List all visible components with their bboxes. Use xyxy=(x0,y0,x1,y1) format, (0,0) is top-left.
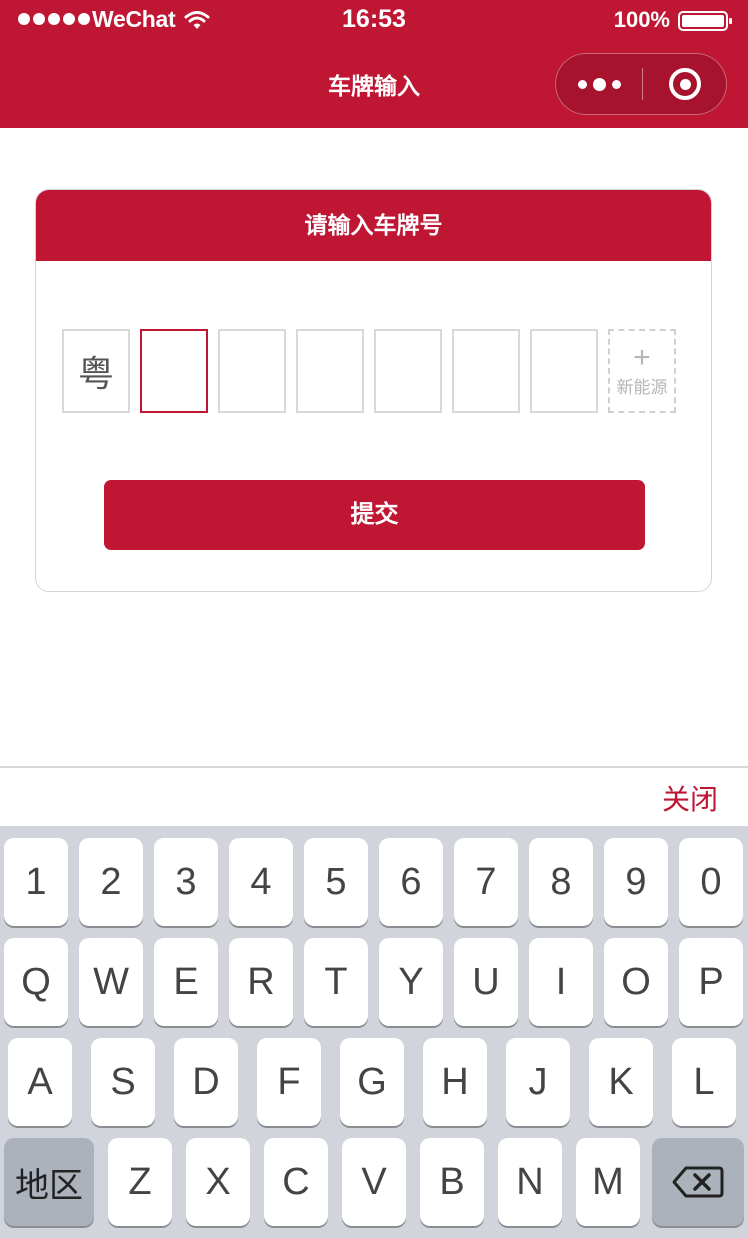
plate-slot-5[interactable] xyxy=(374,329,442,413)
plate-slot-2[interactable] xyxy=(140,329,208,413)
key-b[interactable]: B xyxy=(420,1138,484,1226)
key-q[interactable]: Q xyxy=(4,938,68,1026)
key-7[interactable]: 7 xyxy=(454,838,518,926)
key-v[interactable]: V xyxy=(342,1138,406,1226)
battery-percent: 100% xyxy=(613,7,670,32)
new-energy-slot[interactable]: + 新能源 xyxy=(608,329,676,413)
plate-slot-6[interactable] xyxy=(452,329,520,413)
key-o[interactable]: O xyxy=(604,938,668,1026)
key-c[interactable]: C xyxy=(264,1138,328,1226)
plate-slot-province[interactable]: 粤 xyxy=(62,329,130,413)
key-l[interactable]: L xyxy=(672,1038,736,1126)
key-y[interactable]: Y xyxy=(379,938,443,1026)
capsule-close-button[interactable] xyxy=(642,54,728,114)
backspace-button[interactable] xyxy=(652,1138,744,1226)
status-bar: WeChat 16:53 100% xyxy=(0,0,748,40)
more-dots-icon[interactable] xyxy=(556,54,642,114)
key-1[interactable]: 1 xyxy=(4,838,68,926)
key-9[interactable]: 9 xyxy=(604,838,668,926)
keyboard-divider xyxy=(0,766,748,768)
key-g[interactable]: G xyxy=(340,1038,404,1126)
key-e[interactable]: E xyxy=(154,938,218,1026)
top-bar: WeChat 16:53 100% 车牌输入 xyxy=(0,0,748,128)
key-p[interactable]: P xyxy=(679,938,743,1026)
plate-slot-7[interactable] xyxy=(530,329,598,413)
key-i[interactable]: I xyxy=(529,938,593,1026)
plate-slot-4[interactable] xyxy=(296,329,364,413)
key-4[interactable]: 4 xyxy=(229,838,293,926)
key-j[interactable]: J xyxy=(506,1038,570,1126)
key-8[interactable]: 8 xyxy=(529,838,593,926)
new-energy-label: 新能源 xyxy=(616,378,668,397)
key-5[interactable]: 5 xyxy=(304,838,368,926)
key-3[interactable]: 3 xyxy=(154,838,218,926)
keyboard-close-button[interactable]: 关闭 xyxy=(662,778,718,818)
key-h[interactable]: H xyxy=(423,1038,487,1126)
key-n[interactable]: N xyxy=(498,1138,562,1226)
backspace-icon xyxy=(672,1166,724,1198)
key-d[interactable]: D xyxy=(174,1038,238,1126)
target-close-icon xyxy=(669,68,701,100)
key-k[interactable]: K xyxy=(589,1038,653,1126)
key-w[interactable]: W xyxy=(79,938,143,1026)
key-t[interactable]: T xyxy=(304,938,368,1026)
mini-program-capsule xyxy=(555,53,727,115)
plate-input-card: 请输入车牌号 粤 + 新能源 提交 xyxy=(35,189,712,592)
battery-icon xyxy=(678,11,732,31)
key-u[interactable]: U xyxy=(454,938,518,1026)
key-2[interactable]: 2 xyxy=(79,838,143,926)
key-0[interactable]: 0 xyxy=(679,838,743,926)
key-f[interactable]: F xyxy=(257,1038,321,1126)
plus-icon: + xyxy=(633,341,651,374)
submit-button[interactable]: 提交 xyxy=(104,480,645,550)
key-z[interactable]: Z xyxy=(108,1138,172,1226)
key-r[interactable]: R xyxy=(229,938,293,1026)
key-s[interactable]: S xyxy=(91,1038,155,1126)
key-a[interactable]: A xyxy=(8,1038,72,1126)
key-6[interactable]: 6 xyxy=(379,838,443,926)
region-key[interactable]: 地区 xyxy=(4,1138,94,1226)
key-x[interactable]: X xyxy=(186,1138,250,1226)
plate-keyboard: 1 2 3 4 5 6 7 8 9 0 Q W E R T Y U I O P … xyxy=(0,826,748,1238)
key-m[interactable]: M xyxy=(576,1138,640,1226)
card-header: 请输入车牌号 xyxy=(36,190,711,261)
plate-slot-3[interactable] xyxy=(218,329,286,413)
